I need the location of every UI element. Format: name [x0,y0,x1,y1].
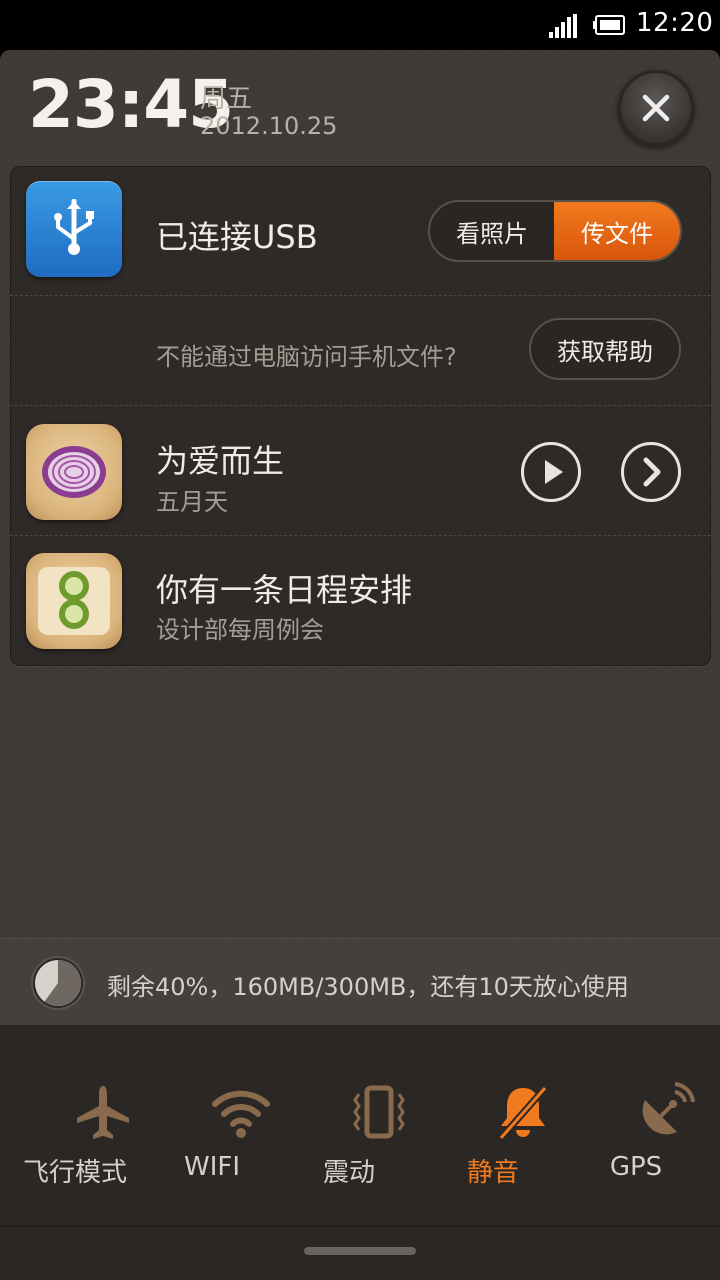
signal-icon [549,14,577,38]
wifi-label: WIFI [184,1152,240,1182]
battery-icon [593,15,625,35]
schedule-title: 你有一条日程安排 [156,571,413,609]
vibrate-label: 震动 [322,1158,375,1188]
gps-icon [642,1082,695,1135]
next-button[interactable] [621,442,681,502]
usb-app-icon [26,181,122,277]
close-button[interactable] [618,70,694,146]
schedule-subtitle: 设计部每周例会 [156,616,324,644]
play-button[interactable] [521,442,581,502]
usb-hint-text: 不能通过电脑访问手机文件? [156,343,457,371]
status-bar: 12:20 [0,0,720,50]
calendar-app-icon[interactable] [26,553,122,649]
usb-icon [54,199,94,255]
get-help-button[interactable]: 获取帮助 [529,318,681,380]
view-photos-option[interactable]: 看照片 [430,202,554,260]
transfer-files-option[interactable]: 传文件 [554,202,680,260]
divider [10,295,711,296]
mute-bell-icon [498,1085,548,1141]
weekday-label: 周五 [200,84,253,114]
usb-mode-switch: 看照片 传文件 [428,200,682,262]
play-icon [545,460,563,484]
drag-handle[interactable] [304,1247,416,1255]
mute-label: 静音 [466,1158,519,1188]
status-time: 12:20 [636,8,714,38]
gps-label: GPS [609,1152,663,1182]
song-artist: 五月天 [156,488,228,516]
close-icon [642,94,670,122]
usb-status-title: 已连接USB [156,218,318,256]
vibrate-icon [353,1085,405,1139]
cucumber-slice-icon [38,567,110,635]
chevron-right-icon [643,457,661,487]
divider [10,535,711,536]
onion-icon [42,446,106,498]
music-app-icon[interactable] [26,424,122,520]
song-title: 为爱而生 [156,442,285,480]
airplane-icon [77,1086,129,1139]
data-usage-text: 剩余40%，160MB/300MB，还有10天放心使用 [107,973,629,1001]
data-usage-pie-icon [31,956,85,1010]
wifi-icon [212,1090,270,1138]
divider [10,405,711,406]
date-label: 2012.10.25 [200,112,338,140]
airplane-mode-label: 飞行模式 [22,1158,127,1188]
